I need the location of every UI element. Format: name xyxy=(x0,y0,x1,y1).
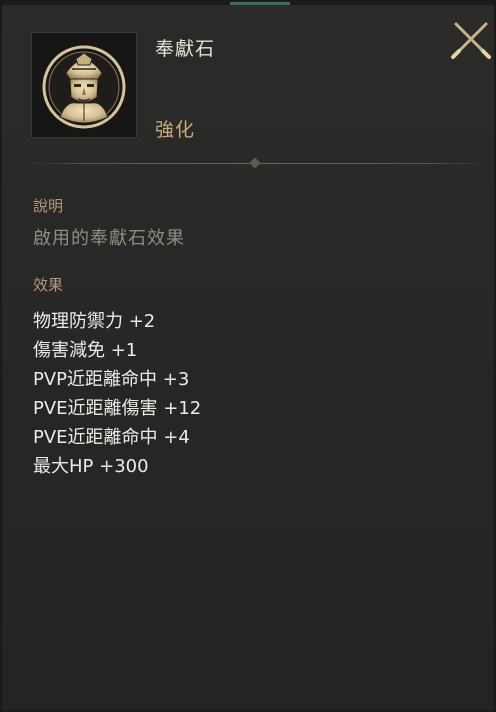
effect-list: 物理防禦力 +2 傷害減免 +1 PVP近距離命中 +3 PVE近距離傷害 +1… xyxy=(33,307,201,481)
effect-item: PVE近距離傷害 +12 xyxy=(33,398,202,419)
effect-item: PVP近距離命中 +3 xyxy=(33,369,190,390)
item-tooltip-panel: 奉獻石 強化 說明 啟用的奉獻石效果 效果 物理防禦力 +2 傷害減免 +1 P… xyxy=(0,0,496,712)
effect-item: 物理防禦力 +2 xyxy=(33,311,156,332)
item-category: 強化 xyxy=(155,119,196,141)
effect-item: 傷害減免 +1 xyxy=(33,340,138,361)
divider-ornament xyxy=(249,157,261,169)
item-icon-frame xyxy=(31,32,137,138)
close-x-icon xyxy=(451,22,491,59)
effect-item: 最大HP +300 xyxy=(33,456,149,477)
description-label: 說明 xyxy=(33,197,64,215)
effect-label: 效果 xyxy=(33,276,64,294)
effect-item: PVE近距離命中 +4 xyxy=(33,427,190,448)
top-edge-strip xyxy=(2,2,494,5)
description-text: 啟用的奉獻石效果 xyxy=(33,228,185,249)
close-button[interactable] xyxy=(450,18,492,60)
item-name: 奉獻石 xyxy=(155,38,216,60)
masked-figure-emblem-icon xyxy=(42,45,126,129)
